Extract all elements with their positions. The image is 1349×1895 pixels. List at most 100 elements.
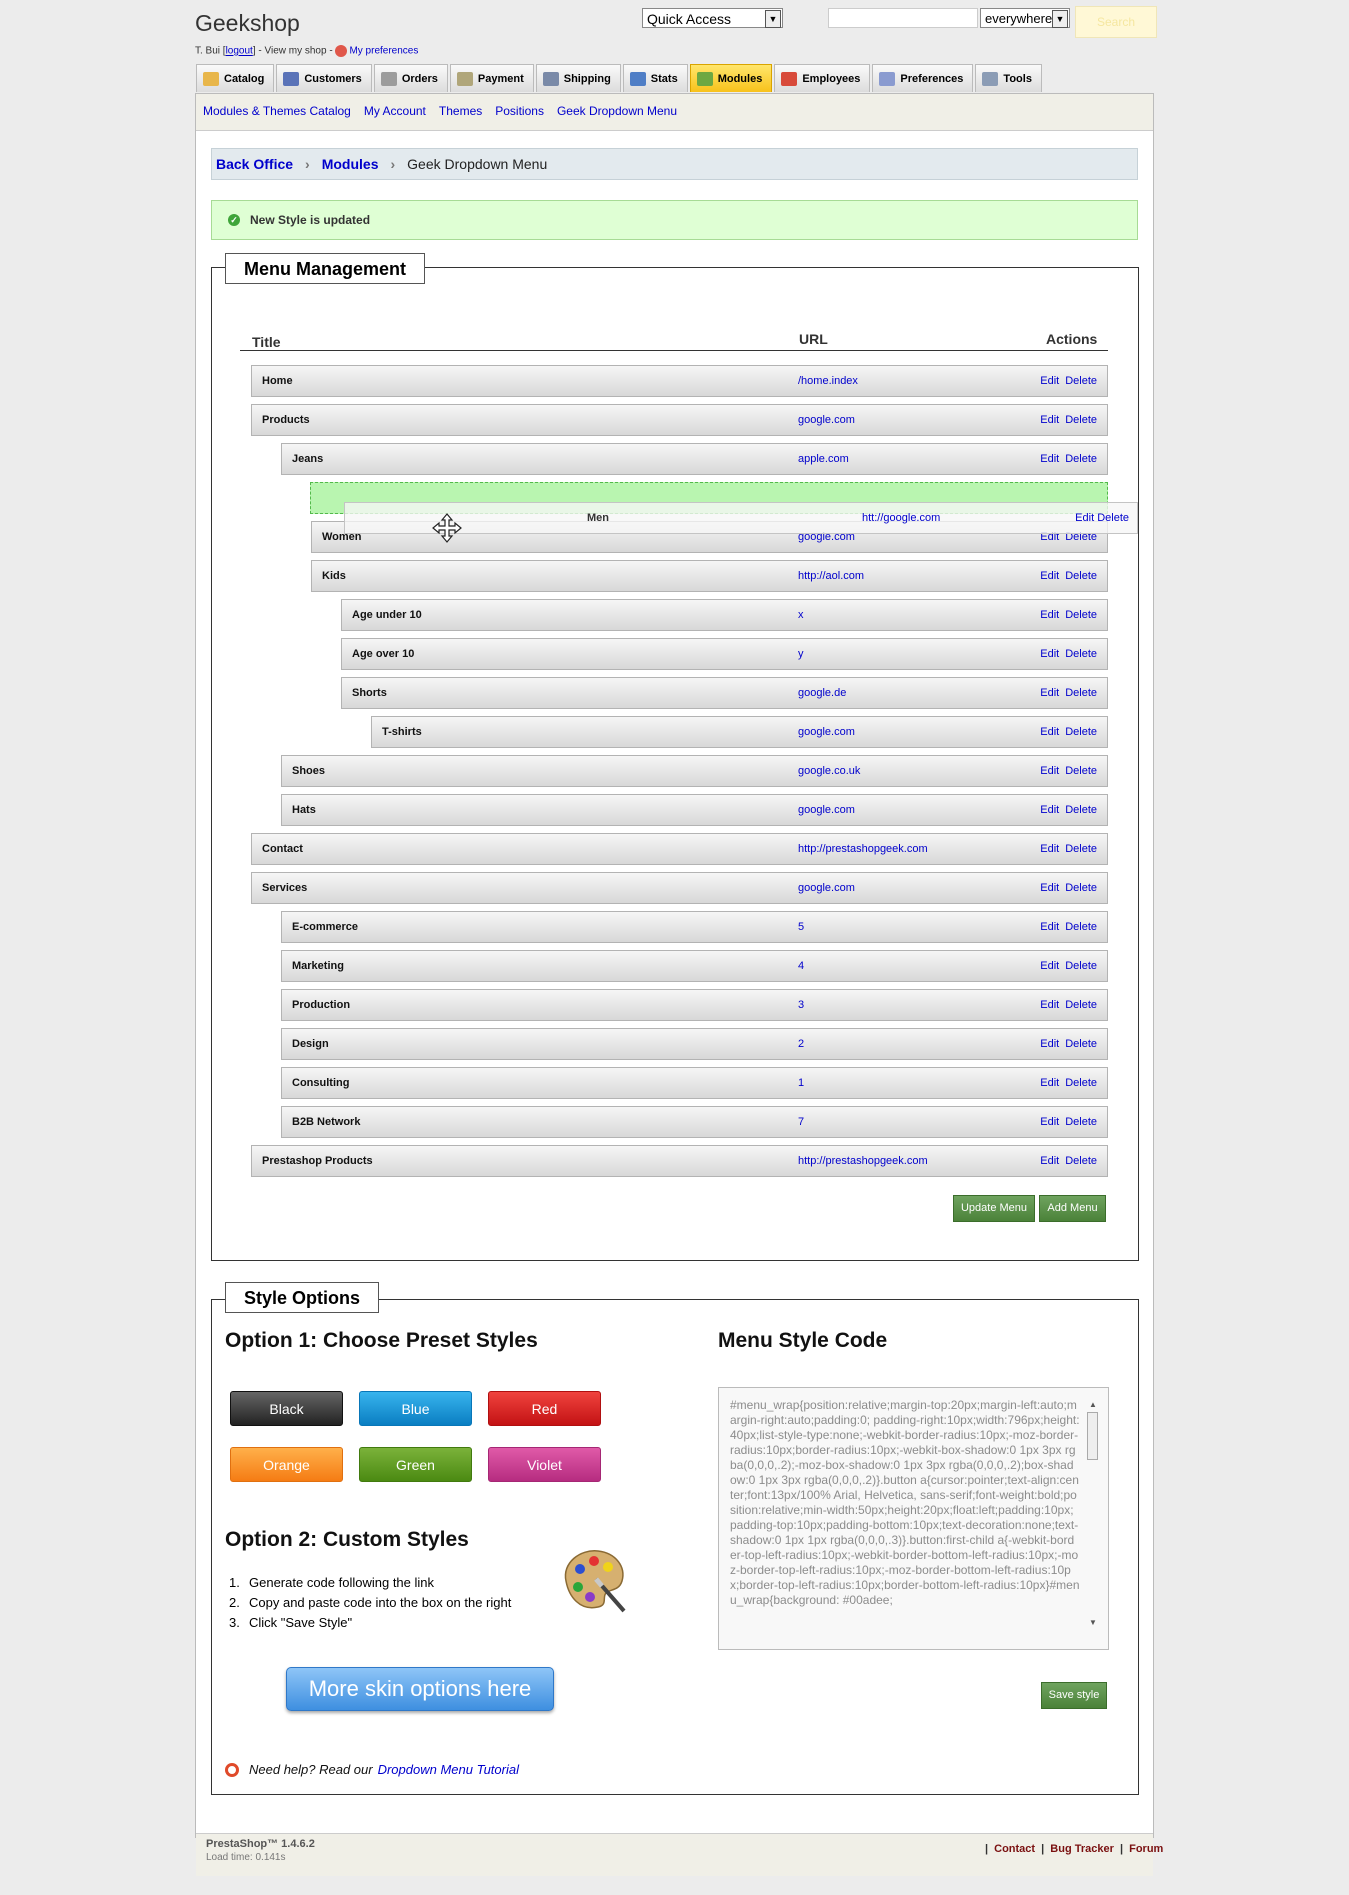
delete-link[interactable]: Delete — [1097, 512, 1129, 524]
scroll-thumb[interactable] — [1087, 1412, 1098, 1460]
search-button[interactable]: Search — [1075, 6, 1157, 38]
edit-link[interactable]: Edit — [1040, 1116, 1059, 1128]
footer-bug-tracker-link[interactable]: Bug Tracker — [1050, 1843, 1114, 1855]
dragged-menu-row[interactable]: Men htt://google.com Edit Delete — [344, 502, 1138, 534]
menu-row[interactable]: Prestashop Products http://prestashopgeek… — [251, 1145, 1108, 1177]
footer-contact-link[interactable]: Contact — [994, 1843, 1035, 1855]
edit-link[interactable]: Edit — [1040, 414, 1059, 426]
edit-link[interactable]: Edit — [1040, 882, 1059, 894]
menu-row[interactable]: B2B Network 7 Edit Delete — [281, 1106, 1108, 1138]
subnav-my-account[interactable]: My Account — [364, 104, 426, 118]
delete-link[interactable]: Delete — [1065, 687, 1097, 699]
menu-row[interactable]: Home/home.index Edit Delete — [251, 365, 1108, 397]
edit-link[interactable]: Edit — [1040, 999, 1059, 1011]
edit-link[interactable]: Edit — [1040, 726, 1059, 738]
tab-payment[interactable]: Payment — [449, 64, 534, 92]
subnav-geek-dropdown-menu[interactable]: Geek Dropdown Menu — [557, 104, 677, 118]
tab-orders[interactable]: Orders — [373, 64, 448, 92]
menu-row[interactable]: Services google.com Edit Delete — [251, 872, 1108, 904]
search-scope-select[interactable]: everywhere ▼ — [980, 8, 1070, 28]
edit-link[interactable]: Edit — [1040, 1155, 1059, 1167]
edit-link[interactable]: Edit — [1040, 1038, 1059, 1050]
tab-customers[interactable]: Customers — [276, 64, 372, 92]
edit-link[interactable]: Edit — [1040, 609, 1059, 621]
delete-link[interactable]: Delete — [1065, 1077, 1097, 1089]
delete-link[interactable]: Delete — [1065, 375, 1097, 387]
edit-link[interactable]: Edit — [1040, 570, 1059, 582]
save-style-button[interactable]: Save style — [1041, 1682, 1107, 1709]
preset-green-button[interactable]: Green — [359, 1447, 472, 1482]
edit-link[interactable]: Edit — [1040, 921, 1059, 933]
logout-link[interactable]: logout — [226, 46, 253, 57]
delete-link[interactable]: Delete — [1065, 570, 1097, 582]
delete-link[interactable]: Delete — [1065, 1155, 1097, 1167]
menu-row[interactable]: Shorts google.de Edit Delete — [341, 677, 1108, 709]
update-menu-button[interactable]: Update Menu — [953, 1195, 1035, 1222]
preset-black-button[interactable]: Black — [230, 1391, 343, 1426]
delete-link[interactable]: Delete — [1065, 453, 1097, 465]
subnav-modules-catalog[interactable]: Modules & Themes Catalog — [203, 104, 351, 118]
delete-link[interactable]: Delete — [1065, 1116, 1097, 1128]
menu-row[interactable]: Design 2 Edit Delete — [281, 1028, 1108, 1060]
preset-blue-button[interactable]: Blue — [359, 1391, 472, 1426]
edit-link[interactable]: Edit — [1040, 843, 1059, 855]
subnav-themes[interactable]: Themes — [439, 104, 482, 118]
edit-link[interactable]: Edit — [1040, 687, 1059, 699]
tutorial-link[interactable]: Dropdown Menu Tutorial — [378, 1762, 519, 1777]
menu-row[interactable]: E-commerce 5 Edit Delete — [281, 911, 1108, 943]
subnav-positions[interactable]: Positions — [495, 104, 544, 118]
delete-link[interactable]: Delete — [1065, 999, 1097, 1011]
delete-link[interactable]: Delete — [1065, 726, 1097, 738]
tab-stats[interactable]: Stats — [622, 64, 688, 92]
tab-catalog[interactable]: Catalog — [196, 64, 275, 92]
delete-link[interactable]: Delete — [1065, 882, 1097, 894]
footer-forum-link[interactable]: Forum — [1129, 1843, 1163, 1855]
edit-link[interactable]: Edit — [1040, 453, 1059, 465]
edit-link[interactable]: Edit — [1040, 765, 1059, 777]
menu-row[interactable]: Hats google.com Edit Delete — [281, 794, 1108, 826]
menu-row[interactable]: Production 3 Edit Delete — [281, 989, 1108, 1021]
edit-link[interactable]: Edit — [1075, 512, 1094, 524]
breadcrumb-modules[interactable]: Modules — [322, 156, 379, 172]
menu-row[interactable]: T-shirts google.com Edit Delete — [371, 716, 1108, 748]
edit-link[interactable]: Edit — [1040, 1077, 1059, 1089]
style-code-textarea[interactable]: #menu_wrap{position:relative;margin-top:… — [718, 1387, 1109, 1650]
edit-link[interactable]: Edit — [1040, 375, 1059, 387]
preferences-link[interactable]: My preferences — [349, 46, 418, 57]
tab-shipping[interactable]: Shipping — [535, 64, 621, 92]
menu-row[interactable]: Consulting 1 Edit Delete — [281, 1067, 1108, 1099]
delete-link[interactable]: Delete — [1065, 1038, 1097, 1050]
preset-violet-button[interactable]: Violet — [488, 1447, 601, 1482]
more-skins-button[interactable]: More skin options here — [286, 1667, 554, 1711]
tab-employees[interactable]: Employees — [774, 64, 871, 92]
delete-link[interactable]: Delete — [1065, 921, 1097, 933]
preset-orange-button[interactable]: Orange — [230, 1447, 343, 1482]
menu-row[interactable]: Age over 10 y Edit Delete — [341, 638, 1108, 670]
delete-link[interactable]: Delete — [1065, 648, 1097, 660]
menu-row[interactable]: Marketing 4 Edit Delete — [281, 950, 1108, 982]
edit-link[interactable]: Edit — [1040, 960, 1059, 972]
delete-link[interactable]: Delete — [1065, 765, 1097, 777]
search-input[interactable] — [828, 8, 978, 28]
delete-link[interactable]: Delete — [1065, 843, 1097, 855]
tab-preferences[interactable]: Preferences — [872, 64, 974, 92]
menu-row[interactable]: Jeans apple.com Edit Delete — [281, 443, 1108, 475]
edit-link[interactable]: Edit — [1040, 648, 1059, 660]
menu-row[interactable]: Age under 10 x Edit Delete — [341, 599, 1108, 631]
textarea-scrollbar[interactable]: ▲ ▼ — [1087, 1400, 1099, 1628]
breadcrumb-back-office[interactable]: Back Office — [216, 156, 293, 172]
delete-link[interactable]: Delete — [1065, 609, 1097, 621]
preset-red-button[interactable]: Red — [488, 1391, 601, 1426]
delete-link[interactable]: Delete — [1065, 804, 1097, 816]
menu-row[interactable]: Contact http://prestashopgeek.com Edit Dele… — [251, 833, 1108, 865]
quick-access-select[interactable]: Quick Access ▼ — [642, 8, 783, 28]
menu-row[interactable]: Products google.com Edit Delete — [251, 404, 1108, 436]
tab-modules[interactable]: Modules — [689, 64, 773, 92]
menu-row[interactable]: Shoes google.co.uk Edit Delete — [281, 755, 1108, 787]
add-menu-button[interactable]: Add Menu — [1039, 1195, 1106, 1222]
tab-tools[interactable]: Tools — [975, 64, 1042, 92]
delete-link[interactable]: Delete — [1065, 960, 1097, 972]
menu-row[interactable]: Kids http://aol.com Edit Delete — [311, 560, 1108, 592]
edit-link[interactable]: Edit — [1040, 804, 1059, 816]
delete-link[interactable]: Delete — [1065, 414, 1097, 426]
